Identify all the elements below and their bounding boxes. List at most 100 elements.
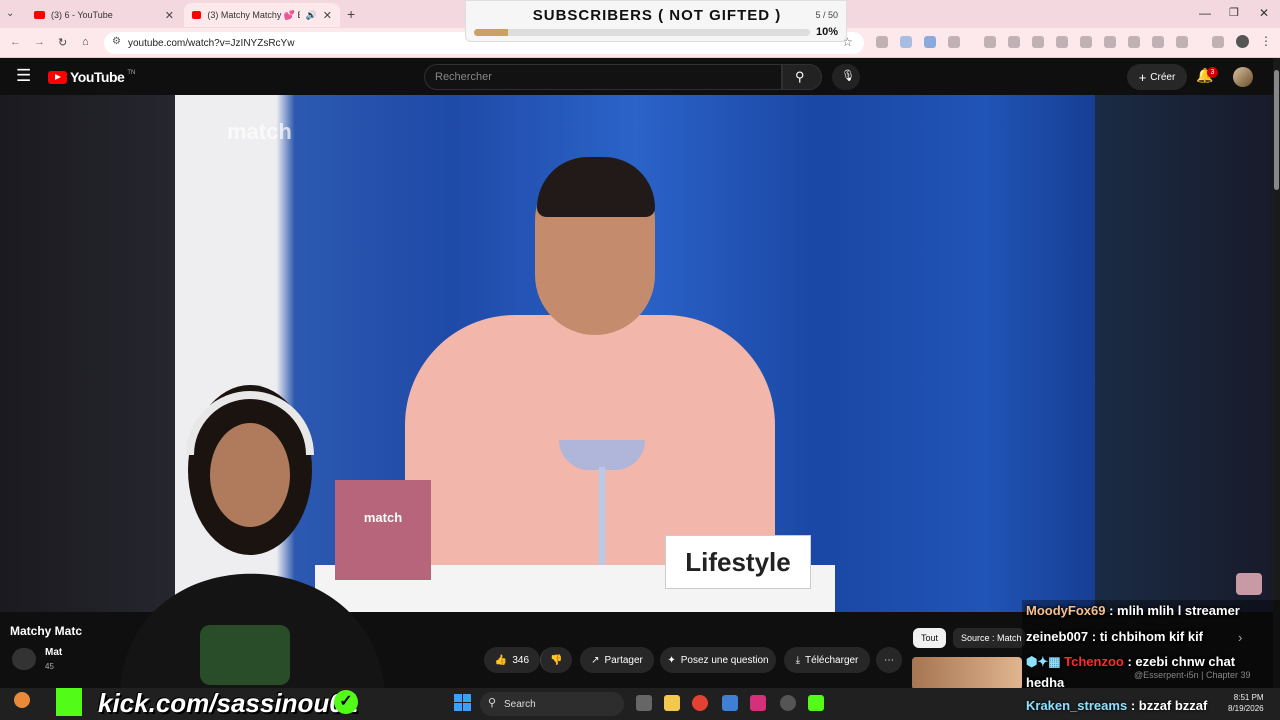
more-actions-button[interactable]: ⋯: [876, 647, 902, 673]
ask-question-button[interactable]: ✦ Posez une question: [660, 647, 776, 673]
ask-label: Posez une question: [680, 654, 769, 666]
key-icon[interactable]: [1008, 36, 1020, 48]
search-input[interactable]: Rechercher: [424, 64, 782, 90]
dislike-button[interactable]: 👎: [540, 647, 572, 673]
history-icon[interactable]: [1128, 36, 1140, 48]
search-button[interactable]: ⚲: [782, 64, 822, 90]
trash-icon[interactable]: [1152, 36, 1164, 48]
sparkle-icon: ✦: [667, 654, 676, 666]
chat-username: Tchenzoo: [1064, 654, 1124, 669]
clock-time: 8:51 PM: [1233, 693, 1264, 702]
tab-matchy-matchy[interactable]: (3) Matchy Matchy 💕 Ep 5 🔊 ✕: [184, 3, 340, 27]
close-tab-icon[interactable]: ✕: [165, 9, 174, 22]
sidebar-icon[interactable]: [1104, 36, 1116, 48]
goal-progress-fill: [474, 29, 508, 36]
search-placeholder: Rechercher: [435, 71, 492, 83]
search-icon: ⚲: [488, 697, 497, 709]
card-icon[interactable]: [1032, 36, 1044, 48]
search-icon: ⚲: [795, 69, 805, 84]
channel-avatar[interactable]: [12, 648, 36, 670]
taskbar-search-label: Search: [504, 698, 536, 710]
tab-label: (3) Matchy Matchy 💕 Ep 5: [207, 9, 299, 20]
goal-count: 5 / 50: [815, 10, 838, 20]
back-arrow-icon[interactable]: ←: [10, 36, 21, 48]
close-tab-icon[interactable]: ✕: [323, 9, 332, 22]
kick-channel-url: kick.com/sassinou01: [98, 688, 359, 718]
share-arrow-icon: ↗: [591, 654, 600, 666]
task-view-icon[interactable]: [636, 695, 652, 711]
chat-text: : mlih mlih l streamer: [1109, 603, 1240, 618]
puzzle-icon[interactable]: [948, 36, 960, 48]
chip-source[interactable]: Source : Match: [953, 628, 1025, 648]
recommended-video-thumbnail[interactable]: [912, 657, 1022, 690]
like-button[interactable]: 👍 346: [484, 647, 540, 673]
more-dots-icon: ⋯: [884, 654, 894, 666]
extension-icon[interactable]: [876, 36, 888, 48]
downloads-icon[interactable]: [1212, 36, 1224, 48]
forward-arrow-icon[interactable]: →: [34, 36, 45, 48]
favorites-icon[interactable]: [1080, 36, 1092, 48]
site-info-icon[interactable]: ⚙: [112, 36, 121, 47]
minimize-icon[interactable]: —: [1199, 6, 1211, 20]
new-tab-plus-icon[interactable]: +: [347, 6, 355, 22]
channel-watermark: match: [227, 119, 292, 144]
clock-date: 8/19/2026: [1228, 704, 1264, 713]
instagram-icon[interactable]: [750, 695, 766, 711]
verified-check-icon: ✓: [334, 690, 358, 714]
chat-message: MoodyFox69 : mlih mlih l streamer: [1026, 603, 1240, 618]
thumbs-up-icon: 👍: [494, 654, 508, 666]
system-clock[interactable]: 8:51 PM 8/19/2026: [1228, 692, 1264, 714]
voice-search-button[interactable]: 🎙: [832, 64, 860, 90]
restore-icon[interactable]: ❐: [1229, 6, 1239, 19]
chat-text: : ezebi chnw chat: [1127, 654, 1236, 669]
tab-youtube-6[interactable]: (3) 6 - YouTube ✕: [26, 3, 182, 27]
location-icon[interactable]: [1056, 36, 1068, 48]
chat-message: zeineb007 : ti chbihom kif kif: [1026, 629, 1203, 644]
thumbs-down-icon: 👎: [550, 654, 563, 666]
tab-list-chevron-icon[interactable]: ⌄: [6, 8, 14, 19]
reload-icon[interactable]: ↻: [58, 36, 67, 49]
store-icon[interactable]: [722, 695, 738, 711]
profile-avatar[interactable]: [1236, 35, 1249, 48]
user-avatar[interactable]: [1233, 67, 1253, 87]
notification-count: 3: [1207, 67, 1218, 78]
collections-icon[interactable]: [1176, 36, 1188, 48]
youtube-logo[interactable]: YouTube TN: [48, 69, 135, 85]
close-window-icon[interactable]: ✕: [1259, 6, 1269, 20]
home-icon[interactable]: ⌂: [82, 36, 89, 48]
extension-icon[interactable]: [900, 36, 912, 48]
download-icon: ⤓: [795, 654, 801, 666]
menu-dots-icon[interactable]: ⋮: [1260, 34, 1272, 48]
file-explorer-icon[interactable]: [664, 695, 680, 711]
windows-start-icon[interactable]: [454, 694, 471, 711]
like-count: 346: [512, 654, 530, 666]
share-button[interactable]: ↗ Partager: [580, 647, 654, 673]
weather-icon[interactable]: [14, 692, 30, 708]
url-text: youtube.com/watch?v=JzINYZsRcYw: [128, 37, 295, 49]
person-hair: [537, 157, 655, 217]
hamburger-menu-icon[interactable]: ☰: [16, 66, 31, 86]
taskbar-search[interactable]: ⚲ Search: [480, 692, 624, 716]
download-button[interactable]: ⤓ Télécharger: [784, 647, 870, 673]
microphone-icon: 🎙: [841, 70, 855, 82]
glass-stem: [599, 467, 605, 577]
channel-name[interactable]: Mat: [45, 647, 62, 658]
kick-logo-icon: [56, 688, 82, 716]
chrome-icon[interactable]: [692, 695, 708, 711]
tab-label: (3) 6 - YouTube: [51, 10, 113, 20]
kick-app-icon[interactable]: [808, 695, 824, 711]
create-button[interactable]: + Créer: [1127, 64, 1187, 90]
extension-icon[interactable]: [924, 36, 936, 48]
scrollbar-thumb[interactable]: [1274, 70, 1279, 190]
video-title: Matchy Matc: [10, 624, 83, 638]
extension-icon[interactable]: [984, 36, 996, 48]
lifestyle-card: Lifestyle: [665, 535, 811, 589]
obs-icon[interactable]: [780, 695, 796, 711]
chat-text: : bzzaf bzzaf: [1130, 698, 1208, 713]
share-label: Partager: [604, 654, 643, 666]
speaker-icon[interactable]: 🔊: [306, 10, 317, 21]
youtube-favicon-icon: [192, 11, 202, 19]
badge-icons: ⬢✦▦: [1026, 654, 1061, 669]
chip-all[interactable]: Tout: [913, 628, 947, 648]
chat-message: ⬢✦▦ Tchenzoo : ezebi chnw chat: [1026, 654, 1235, 670]
